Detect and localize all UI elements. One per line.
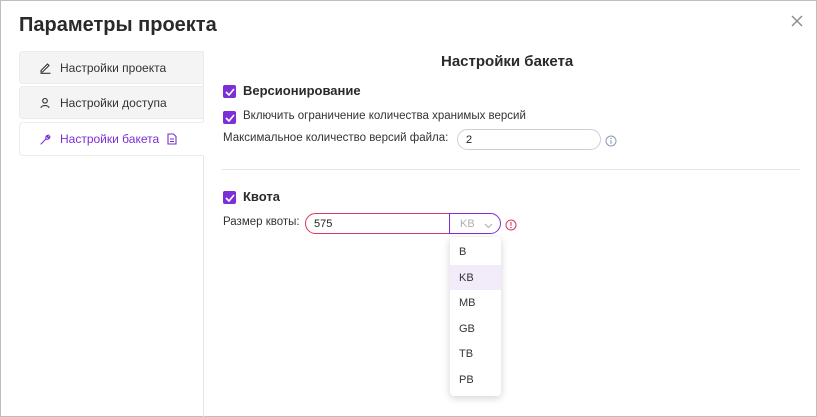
- sidebar: Настройки проекта Настройки доступа Наст…: [19, 51, 204, 417]
- unit-option-mb[interactable]: MB: [450, 290, 501, 315]
- project-settings-dialog: Параметры проекта Настройки проекта Наст…: [0, 0, 817, 417]
- versioning-label: Версионирование: [243, 83, 361, 98]
- dialog-title: Параметры проекта: [19, 14, 217, 36]
- section-title: Настройки бакета: [441, 53, 574, 70]
- quota-unit-value: KB: [460, 217, 475, 230]
- limit-versions-checkbox[interactable]: [223, 111, 236, 124]
- unit-option-pb[interactable]: PB: [450, 367, 501, 392]
- unit-option-b[interactable]: B: [450, 239, 501, 264]
- sidebar-item-label: Настройки проекта: [60, 60, 167, 75]
- max-versions-label: Максимальное количество версий файла:: [223, 132, 449, 144]
- versioning-checkbox[interactable]: [223, 85, 236, 98]
- sidebar-item-label: Настройки бакета: [60, 132, 160, 146]
- document-icon[interactable]: [167, 133, 177, 145]
- sidebar-item-access-settings[interactable]: Настройки доступа: [19, 86, 204, 119]
- limit-versions-label: Включить ограничение количества хранимых…: [243, 110, 526, 122]
- error-icon: [505, 218, 517, 231]
- quota-size-input[interactable]: 575: [305, 213, 451, 234]
- sidebar-item-project-settings[interactable]: Настройки проекта: [19, 51, 204, 84]
- quota-checkbox[interactable]: [223, 191, 236, 204]
- max-versions-input[interactable]: 2: [457, 129, 601, 150]
- sidebar-item-bucket-settings[interactable]: Настройки бакета: [19, 122, 204, 156]
- unit-option-kb[interactable]: KB: [450, 265, 501, 290]
- close-icon[interactable]: [790, 14, 806, 30]
- quota-unit-select[interactable]: KB: [449, 213, 501, 234]
- unit-option-tb[interactable]: TB: [450, 341, 501, 366]
- chevron-down-icon: [484, 220, 493, 232]
- pencil-icon: [38, 61, 52, 75]
- info-icon[interactable]: [605, 134, 617, 147]
- quota-label: Квота: [243, 189, 280, 204]
- section-divider: [222, 169, 800, 170]
- user-icon: [38, 96, 52, 110]
- unit-dropdown: B KB MB GB TB PB: [450, 237, 501, 396]
- quota-size-label: Размер квоты:: [223, 216, 300, 228]
- wrench-icon: [38, 132, 52, 146]
- unit-option-gb[interactable]: GB: [450, 316, 501, 341]
- sidebar-item-label: Настройки доступа: [60, 95, 167, 110]
